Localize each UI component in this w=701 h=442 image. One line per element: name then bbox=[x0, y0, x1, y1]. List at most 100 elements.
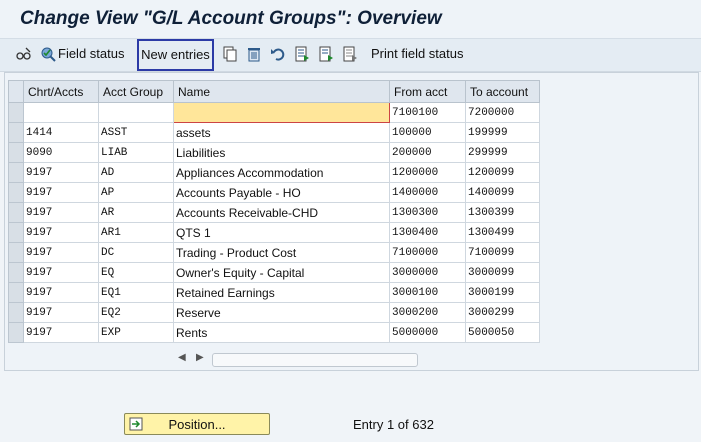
glasses-edit-icon[interactable] bbox=[16, 46, 32, 62]
column-header-acct-group[interactable]: Acct Group bbox=[98, 80, 174, 103]
cell-chrt-accts[interactable]: 9090 bbox=[23, 142, 99, 163]
cell-acct-group[interactable]: AD bbox=[98, 162, 174, 183]
cell-acct-group[interactable]: ASST bbox=[98, 122, 174, 143]
cell-from-acct[interactable]: 1400000 bbox=[389, 182, 466, 203]
cell-to-account[interactable]: 7100099 bbox=[465, 242, 540, 263]
cell-acct-group[interactable]: EXP bbox=[98, 322, 174, 343]
row-selector[interactable] bbox=[8, 182, 24, 203]
cell-to-account[interactable]: 299999 bbox=[465, 142, 540, 163]
cell-from-acct[interactable]: 5000000 bbox=[389, 322, 466, 343]
cell-to-account[interactable]: 199999 bbox=[465, 122, 540, 143]
cell-name[interactable]: Liabilities bbox=[173, 142, 390, 163]
scrollbar-thumb[interactable] bbox=[212, 353, 418, 367]
field-status-icon bbox=[41, 47, 56, 62]
cell-acct-group[interactable]: AR1 bbox=[98, 222, 174, 243]
row-selector[interactable] bbox=[8, 102, 24, 123]
cell-name[interactable]: QTS 1 bbox=[173, 222, 390, 243]
scroll-right-icon[interactable]: ▶ bbox=[196, 352, 204, 363]
cell-to-account[interactable]: 3000299 bbox=[465, 302, 540, 323]
cell-chrt-accts[interactable]: 9197 bbox=[23, 242, 99, 263]
cell-to-account[interactable]: 1400099 bbox=[465, 182, 540, 203]
horizontal-scrollbar[interactable]: ◀ ▶ bbox=[176, 352, 538, 367]
print-field-status-button[interactable]: Print field status bbox=[371, 44, 464, 64]
table-row: 9197 EQ2 Reserve 3000200 3000299 bbox=[8, 302, 540, 323]
cell-chrt-accts[interactable]: 9197 bbox=[23, 222, 99, 243]
row-selector[interactable] bbox=[8, 322, 24, 343]
cell-chrt-accts[interactable]: 9197 bbox=[23, 262, 99, 283]
table-row: 9197 EQ Owner's Equity - Capital 3000000 300… bbox=[8, 262, 540, 283]
cell-acct-group[interactable]: EQ1 bbox=[98, 282, 174, 303]
cell-acct-group[interactable]: AR bbox=[98, 202, 174, 223]
cell-name[interactable]: Rents bbox=[173, 322, 390, 343]
cell-chrt-accts[interactable]: 9197 bbox=[23, 322, 99, 343]
cell-name[interactable]: Retained Earnings bbox=[173, 282, 390, 303]
cell-name[interactable]: Accounts Receivable-CHD bbox=[173, 202, 390, 223]
cell-acct-group[interactable]: EQ bbox=[98, 262, 174, 283]
cell-from-acct[interactable]: 100000 bbox=[389, 122, 466, 143]
cell-name[interactable]: Trading - Product Cost bbox=[173, 242, 390, 263]
row-selector[interactable] bbox=[8, 302, 24, 323]
row-selector[interactable] bbox=[8, 122, 24, 143]
cell-chrt-accts[interactable]: 9197 bbox=[23, 202, 99, 223]
cell-chrt-accts[interactable]: 1414 bbox=[23, 122, 99, 143]
cell-acct-group[interactable] bbox=[98, 102, 174, 123]
delete-icon[interactable] bbox=[246, 46, 262, 62]
cell-from-acct[interactable]: 3000200 bbox=[389, 302, 466, 323]
column-header-name[interactable]: Name bbox=[173, 80, 390, 103]
cell-from-acct[interactable]: 1300400 bbox=[389, 222, 466, 243]
column-header-from-acct[interactable]: From acct bbox=[389, 80, 466, 103]
cell-to-account[interactable]: 1300399 bbox=[465, 202, 540, 223]
row-selector[interactable] bbox=[8, 142, 24, 163]
row-selector[interactable] bbox=[8, 222, 24, 243]
cell-to-account[interactable]: 7200000 bbox=[465, 102, 540, 123]
deselect-all-icon[interactable] bbox=[342, 46, 358, 62]
row-selector[interactable] bbox=[8, 162, 24, 183]
cell-acct-group[interactable]: LIAB bbox=[98, 142, 174, 163]
cell-from-acct[interactable]: 3000100 bbox=[389, 282, 466, 303]
cell-from-acct[interactable]: 7100100 bbox=[389, 102, 466, 123]
cell-chrt-accts[interactable]: 9197 bbox=[23, 162, 99, 183]
row-selector[interactable] bbox=[8, 262, 24, 283]
row-selector[interactable] bbox=[8, 282, 24, 303]
undo-icon[interactable] bbox=[270, 46, 286, 62]
select-block-icon[interactable] bbox=[318, 46, 334, 62]
select-all-icon[interactable] bbox=[294, 46, 310, 62]
cell-chrt-accts[interactable]: 9197 bbox=[23, 182, 99, 203]
copy-icon[interactable] bbox=[222, 46, 238, 62]
table-row: 9090 LIAB Liabilities 200000 299999 bbox=[8, 142, 540, 163]
cell-to-account[interactable]: 1200099 bbox=[465, 162, 540, 183]
cell-name[interactable]: assets bbox=[173, 122, 390, 143]
cell-to-account[interactable]: 3000099 bbox=[465, 262, 540, 283]
scroll-left-icon[interactable]: ◀ bbox=[178, 352, 186, 363]
cell-to-account[interactable]: 5000050 bbox=[465, 322, 540, 343]
page-title: Change View "G/L Account Groups": Overvi… bbox=[20, 8, 442, 29]
cell-chrt-accts[interactable] bbox=[23, 102, 99, 123]
cell-acct-group[interactable]: AP bbox=[98, 182, 174, 203]
cell-name[interactable]: Appliances Accommodation bbox=[173, 162, 390, 183]
cell-chrt-accts[interactable]: 9197 bbox=[23, 282, 99, 303]
row-selector[interactable] bbox=[8, 242, 24, 263]
cell-from-acct[interactable]: 1200000 bbox=[389, 162, 466, 183]
field-status-button[interactable]: Field status bbox=[58, 44, 124, 64]
cell-chrt-accts[interactable]: 9197 bbox=[23, 302, 99, 323]
cell-from-acct[interactable]: 7100000 bbox=[389, 242, 466, 263]
cell-acct-group[interactable]: EQ2 bbox=[98, 302, 174, 323]
cell-name[interactable]: Reserve bbox=[173, 302, 390, 323]
table-row: 9197 EQ1 Retained Earnings 3000100 3000199 bbox=[8, 282, 540, 303]
cell-acct-group[interactable]: DC bbox=[98, 242, 174, 263]
position-button[interactable]: Position... bbox=[124, 413, 270, 435]
cell-to-account[interactable]: 3000199 bbox=[465, 282, 540, 303]
cell-from-acct[interactable]: 3000000 bbox=[389, 262, 466, 283]
cell-from-acct[interactable]: 200000 bbox=[389, 142, 466, 163]
cell-name[interactable]: Accounts Payable - HO bbox=[173, 182, 390, 203]
row-selector[interactable] bbox=[8, 202, 24, 223]
cell-name[interactable] bbox=[173, 102, 390, 123]
select-all-column-header[interactable] bbox=[8, 80, 24, 103]
cell-name[interactable]: Owner's Equity - Capital bbox=[173, 262, 390, 283]
column-header-chrt-accts[interactable]: Chrt/Accts bbox=[23, 80, 99, 103]
cell-from-acct[interactable]: 1300300 bbox=[389, 202, 466, 223]
cell-to-account[interactable]: 1300499 bbox=[465, 222, 540, 243]
new-entries-button[interactable]: New entries bbox=[137, 39, 214, 71]
column-header-to-account[interactable]: To account bbox=[465, 80, 540, 103]
table-row: 1414 ASST assets 100000 199999 bbox=[8, 122, 540, 143]
